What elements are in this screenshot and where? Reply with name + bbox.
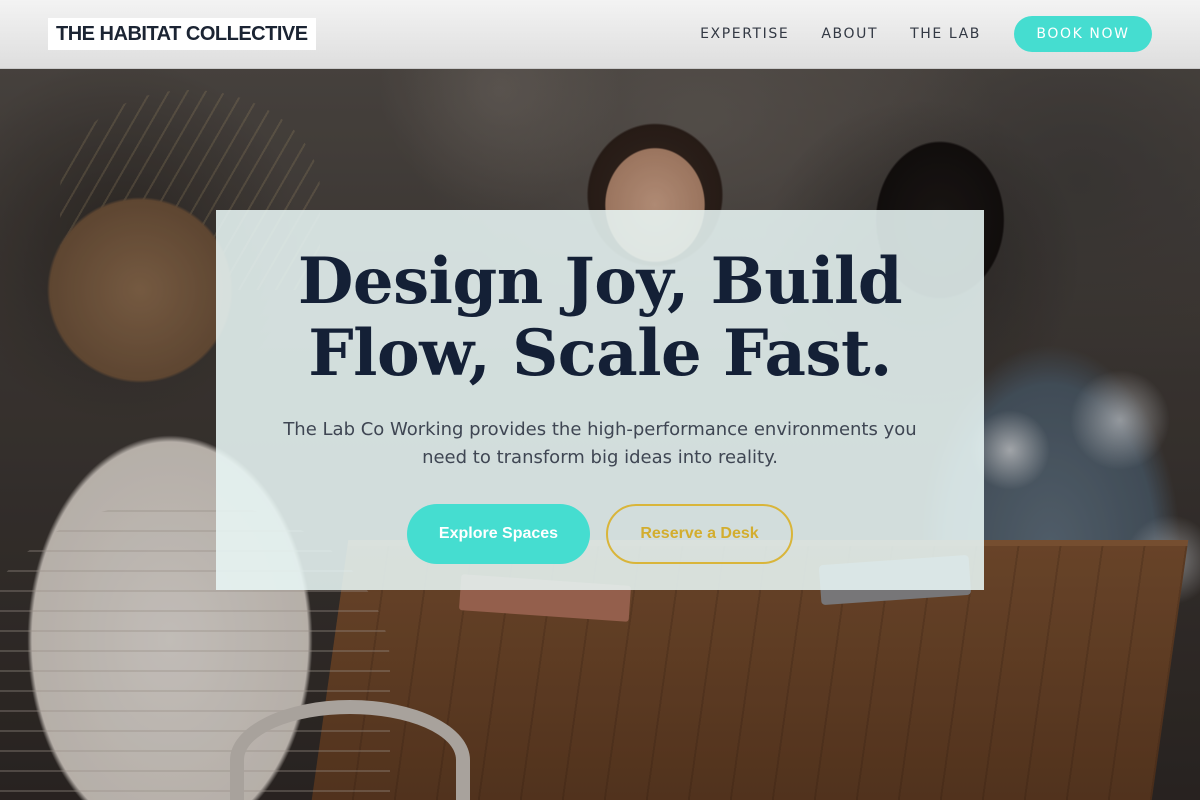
book-now-button[interactable]: BOOK NOW [1014,16,1152,52]
hero-subtitle: The Lab Co Working provides the high-per… [283,419,917,468]
site-header: THE HABITAT COLLECTIVE EXPERTISE ABOUT T… [0,0,1200,69]
nav-link-expertise[interactable]: EXPERTISE [700,26,789,42]
hero-title: Design Joy, Build Flow, Scale Fast. [216,246,984,390]
nav-link-the-lab[interactable]: THE LAB [910,26,981,42]
site-logo[interactable]: THE HABITAT COLLECTIVE [48,18,316,50]
main-nav: EXPERTISE ABOUT THE LAB BOOK NOW [700,16,1152,52]
reserve-desk-button[interactable]: Reserve a Desk [606,504,793,564]
nav-link-about[interactable]: ABOUT [821,26,878,42]
hero-title-line-1: Design Joy, Build [297,244,903,319]
explore-spaces-button[interactable]: Explore Spaces [407,504,590,564]
hero-title-line-2: Flow, Scale Fast. [308,316,892,391]
hero-card: Design Joy, Build Flow, Scale Fast. The … [216,210,984,590]
hero-actions: Explore Spaces Reserve a Desk [216,504,984,564]
